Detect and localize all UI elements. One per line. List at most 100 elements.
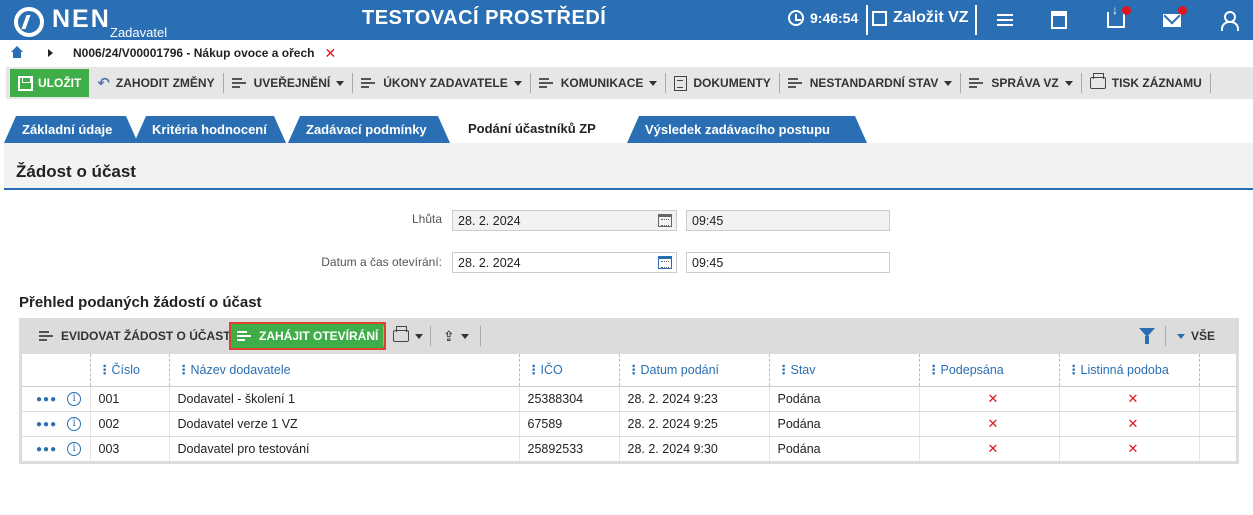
publish-menu[interactable]: UVEŘEJNĚNÍ bbox=[224, 69, 353, 97]
more-options-icon[interactable]: ●●● bbox=[36, 444, 57, 455]
table-row[interactable]: ●●● i 002 Dodavatel verze 1 VZ 67589 28. 2. 2… bbox=[22, 411, 1236, 437]
mail-icon[interactable] bbox=[1162, 6, 1187, 30]
nen-logo[interactable]: NEN Zadavatel bbox=[14, 4, 174, 40]
cross-icon: ✕ bbox=[987, 415, 999, 431]
list-icon bbox=[237, 329, 253, 343]
create-vz-button[interactable]: Založit VZ bbox=[872, 9, 969, 27]
ico-cell: 67589 bbox=[519, 411, 620, 437]
column-header-status[interactable]: ⋮Stav bbox=[769, 354, 920, 387]
column-label: Název dodavatele bbox=[190, 363, 291, 378]
actions-label: ÚKONY ZADAVATELE bbox=[383, 76, 508, 90]
document-icon bbox=[674, 75, 688, 91]
manage-label: SPRÁVA VZ bbox=[991, 76, 1059, 90]
nonstandard-label: NESTANDARDNÍ STAV bbox=[809, 76, 939, 90]
undo-icon: ↶ bbox=[97, 75, 110, 92]
close-icon[interactable]: ✕ bbox=[324, 45, 336, 62]
save-button[interactable]: ULOŽIT bbox=[10, 69, 90, 97]
calculator-icon[interactable] bbox=[1049, 10, 1069, 30]
info-icon[interactable]: i bbox=[67, 416, 82, 431]
opening-time-value: 09:45 bbox=[692, 255, 724, 270]
column-label: Podepsána bbox=[940, 363, 1004, 378]
column-header-ico[interactable]: ⋮IČO bbox=[519, 354, 620, 387]
opening-date-value: 28. 2. 2024 bbox=[458, 255, 521, 270]
nonstandard-state-menu[interactable]: NESTANDARDNÍ STAV bbox=[780, 69, 961, 97]
table-header-row: ⋮Číslo ⋮Název dodavatele ⋮IČO ⋮Datum pod… bbox=[22, 354, 1236, 387]
info-icon[interactable]: i bbox=[67, 391, 82, 406]
filter-button[interactable] bbox=[1133, 322, 1161, 350]
section-divider bbox=[4, 188, 1253, 190]
table-row[interactable]: ●●● i 001 Dodavatel - školení 1 25388304 28. … bbox=[22, 386, 1236, 412]
caret-down-icon bbox=[1177, 333, 1185, 339]
tab-procedure-result[interactable]: Výsledek zadávacího postupu bbox=[627, 116, 867, 143]
column-header-date[interactable]: ⋮Datum podání bbox=[619, 354, 770, 387]
register-label: EVIDOVAT ŽÁDOST O ÚČAST bbox=[61, 329, 231, 343]
column-header-supplier[interactable]: ⋮Název dodavatele bbox=[169, 354, 520, 387]
cross-icon: ✕ bbox=[987, 440, 999, 456]
supplier-cell: Dodavatel verze 1 VZ bbox=[169, 411, 520, 437]
scope-select[interactable]: VŠE bbox=[1171, 322, 1221, 350]
notification-badge bbox=[1122, 6, 1131, 15]
print-record-button[interactable]: TISK ZÁZNAMU bbox=[1082, 69, 1210, 97]
breadcrumb-item[interactable]: N006/24/V00001796 - Nákup ovoce a ořech bbox=[73, 46, 314, 60]
inbox-icon[interactable] bbox=[1106, 3, 1131, 30]
caret-down-icon bbox=[460, 333, 469, 339]
communication-menu[interactable]: KOMUNIKACE bbox=[531, 69, 666, 97]
save-icon bbox=[18, 75, 33, 91]
signed-cell: ✕ bbox=[919, 386, 1060, 412]
home-icon[interactable] bbox=[10, 46, 24, 60]
calendar-icon[interactable] bbox=[658, 256, 672, 269]
caret-down-icon bbox=[1064, 80, 1073, 86]
tab-participant-submissions[interactable]: Podání účastníků ZP bbox=[450, 113, 628, 143]
edit-icon bbox=[872, 10, 887, 26]
menu-icon[interactable] bbox=[995, 10, 1015, 30]
row-actions-cell: ●●● i bbox=[22, 411, 91, 437]
submissions-table: ⋮Číslo ⋮Název dodavatele ⋮IČO ⋮Datum pod… bbox=[22, 354, 1236, 462]
opening-label: Datum a čas otevírání: bbox=[321, 255, 442, 269]
export-icon: ⇪ bbox=[443, 327, 455, 344]
deadline-date-value: 28. 2. 2024 bbox=[458, 213, 521, 228]
column-header-signed[interactable]: ⋮Podepsána bbox=[919, 354, 1060, 387]
actions-menu[interactable]: ÚKONY ZADAVATELE bbox=[353, 69, 529, 97]
deadline-time-value: 09:45 bbox=[692, 213, 724, 228]
cross-icon: ✕ bbox=[1127, 440, 1139, 456]
print-menu[interactable] bbox=[387, 322, 429, 350]
tab-tender-conditions[interactable]: Zadávací podmínky bbox=[288, 116, 450, 143]
more-options-icon[interactable]: ●●● bbox=[36, 394, 57, 405]
opening-time-field[interactable]: 09:45 bbox=[686, 252, 890, 273]
list-icon bbox=[361, 76, 377, 90]
info-icon[interactable]: i bbox=[67, 441, 82, 456]
documents-button[interactable]: DOKUMENTY bbox=[666, 69, 778, 97]
deadline-time-field: 09:45 bbox=[686, 210, 890, 231]
manage-vz-menu[interactable]: SPRÁVA VZ bbox=[961, 69, 1080, 97]
table-row[interactable]: ●●● i 003 Dodavatel pro testování 25892533 28… bbox=[22, 436, 1236, 462]
tab-label: Podání účastníků ZP bbox=[468, 120, 596, 136]
more-options-icon[interactable]: ●●● bbox=[36, 419, 57, 430]
status-cell: Podána bbox=[769, 411, 920, 437]
publish-label: UVEŘEJNĚNÍ bbox=[253, 76, 331, 90]
register-request-button[interactable]: EVIDOVAT ŽÁDOST O ÚČAST bbox=[33, 322, 237, 350]
paper-cell: ✕ bbox=[1059, 436, 1200, 462]
column-label: Číslo bbox=[111, 363, 140, 378]
tab-label: Zadávací podmínky bbox=[306, 122, 427, 137]
column-header-paper[interactable]: ⋮Listinná podoba bbox=[1059, 354, 1200, 387]
date-cell: 28. 2. 2024 9:25 bbox=[619, 411, 770, 437]
list-icon bbox=[231, 76, 248, 90]
paper-cell: ✕ bbox=[1059, 411, 1200, 437]
section-title: Žádost o účast bbox=[16, 162, 136, 181]
list-icon bbox=[787, 76, 804, 90]
export-menu[interactable]: ⇪ bbox=[437, 322, 475, 350]
tab-basic-info[interactable]: Základní údaje bbox=[4, 116, 138, 143]
supplier-cell: Dodavatel pro testování bbox=[169, 436, 520, 462]
start-opening-button[interactable]: ZAHÁJIT OTEVÍRÁNÍ bbox=[229, 322, 387, 350]
opening-date-field[interactable]: 28. 2. 2024 bbox=[452, 252, 677, 273]
toolbar-divider bbox=[1165, 326, 1166, 346]
column-header-number[interactable]: ⋮Číslo bbox=[90, 354, 170, 387]
column-label: Datum podání bbox=[640, 363, 720, 378]
user-icon[interactable] bbox=[1218, 10, 1239, 31]
date-cell: 28. 2. 2024 9:30 bbox=[619, 436, 770, 462]
discard-changes-button[interactable]: ↶ ZAHODIT ZMĚNY bbox=[89, 69, 222, 97]
column-label: Stav bbox=[790, 363, 816, 378]
scope-label: VŠE bbox=[1191, 329, 1216, 343]
tab-evaluation-criteria[interactable]: Kritéria hodnocení bbox=[134, 116, 286, 143]
ico-cell: 25892533 bbox=[519, 436, 620, 462]
